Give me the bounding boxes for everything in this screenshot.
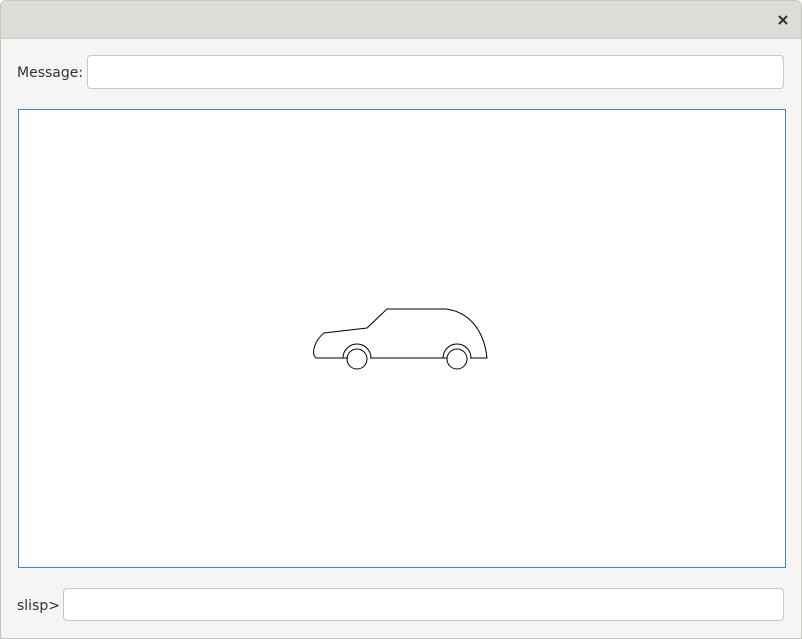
canvas-surface — [313, 308, 488, 370]
app-window: Message: slisp> — [0, 0, 802, 639]
message-label: Message: — [17, 65, 84, 81]
close-icon — [778, 15, 788, 25]
message-field[interactable] — [87, 55, 784, 89]
close-button[interactable] — [771, 8, 795, 32]
car-body-outline — [313, 308, 488, 359]
car-drawing — [313, 308, 488, 370]
repl-prompt-label: slisp> — [17, 598, 60, 614]
front-wheel — [346, 348, 368, 370]
rear-wheel — [446, 348, 468, 370]
titlebar[interactable] — [1, 1, 801, 39]
repl-input[interactable] — [63, 588, 784, 621]
drawing-canvas[interactable] — [18, 109, 786, 568]
